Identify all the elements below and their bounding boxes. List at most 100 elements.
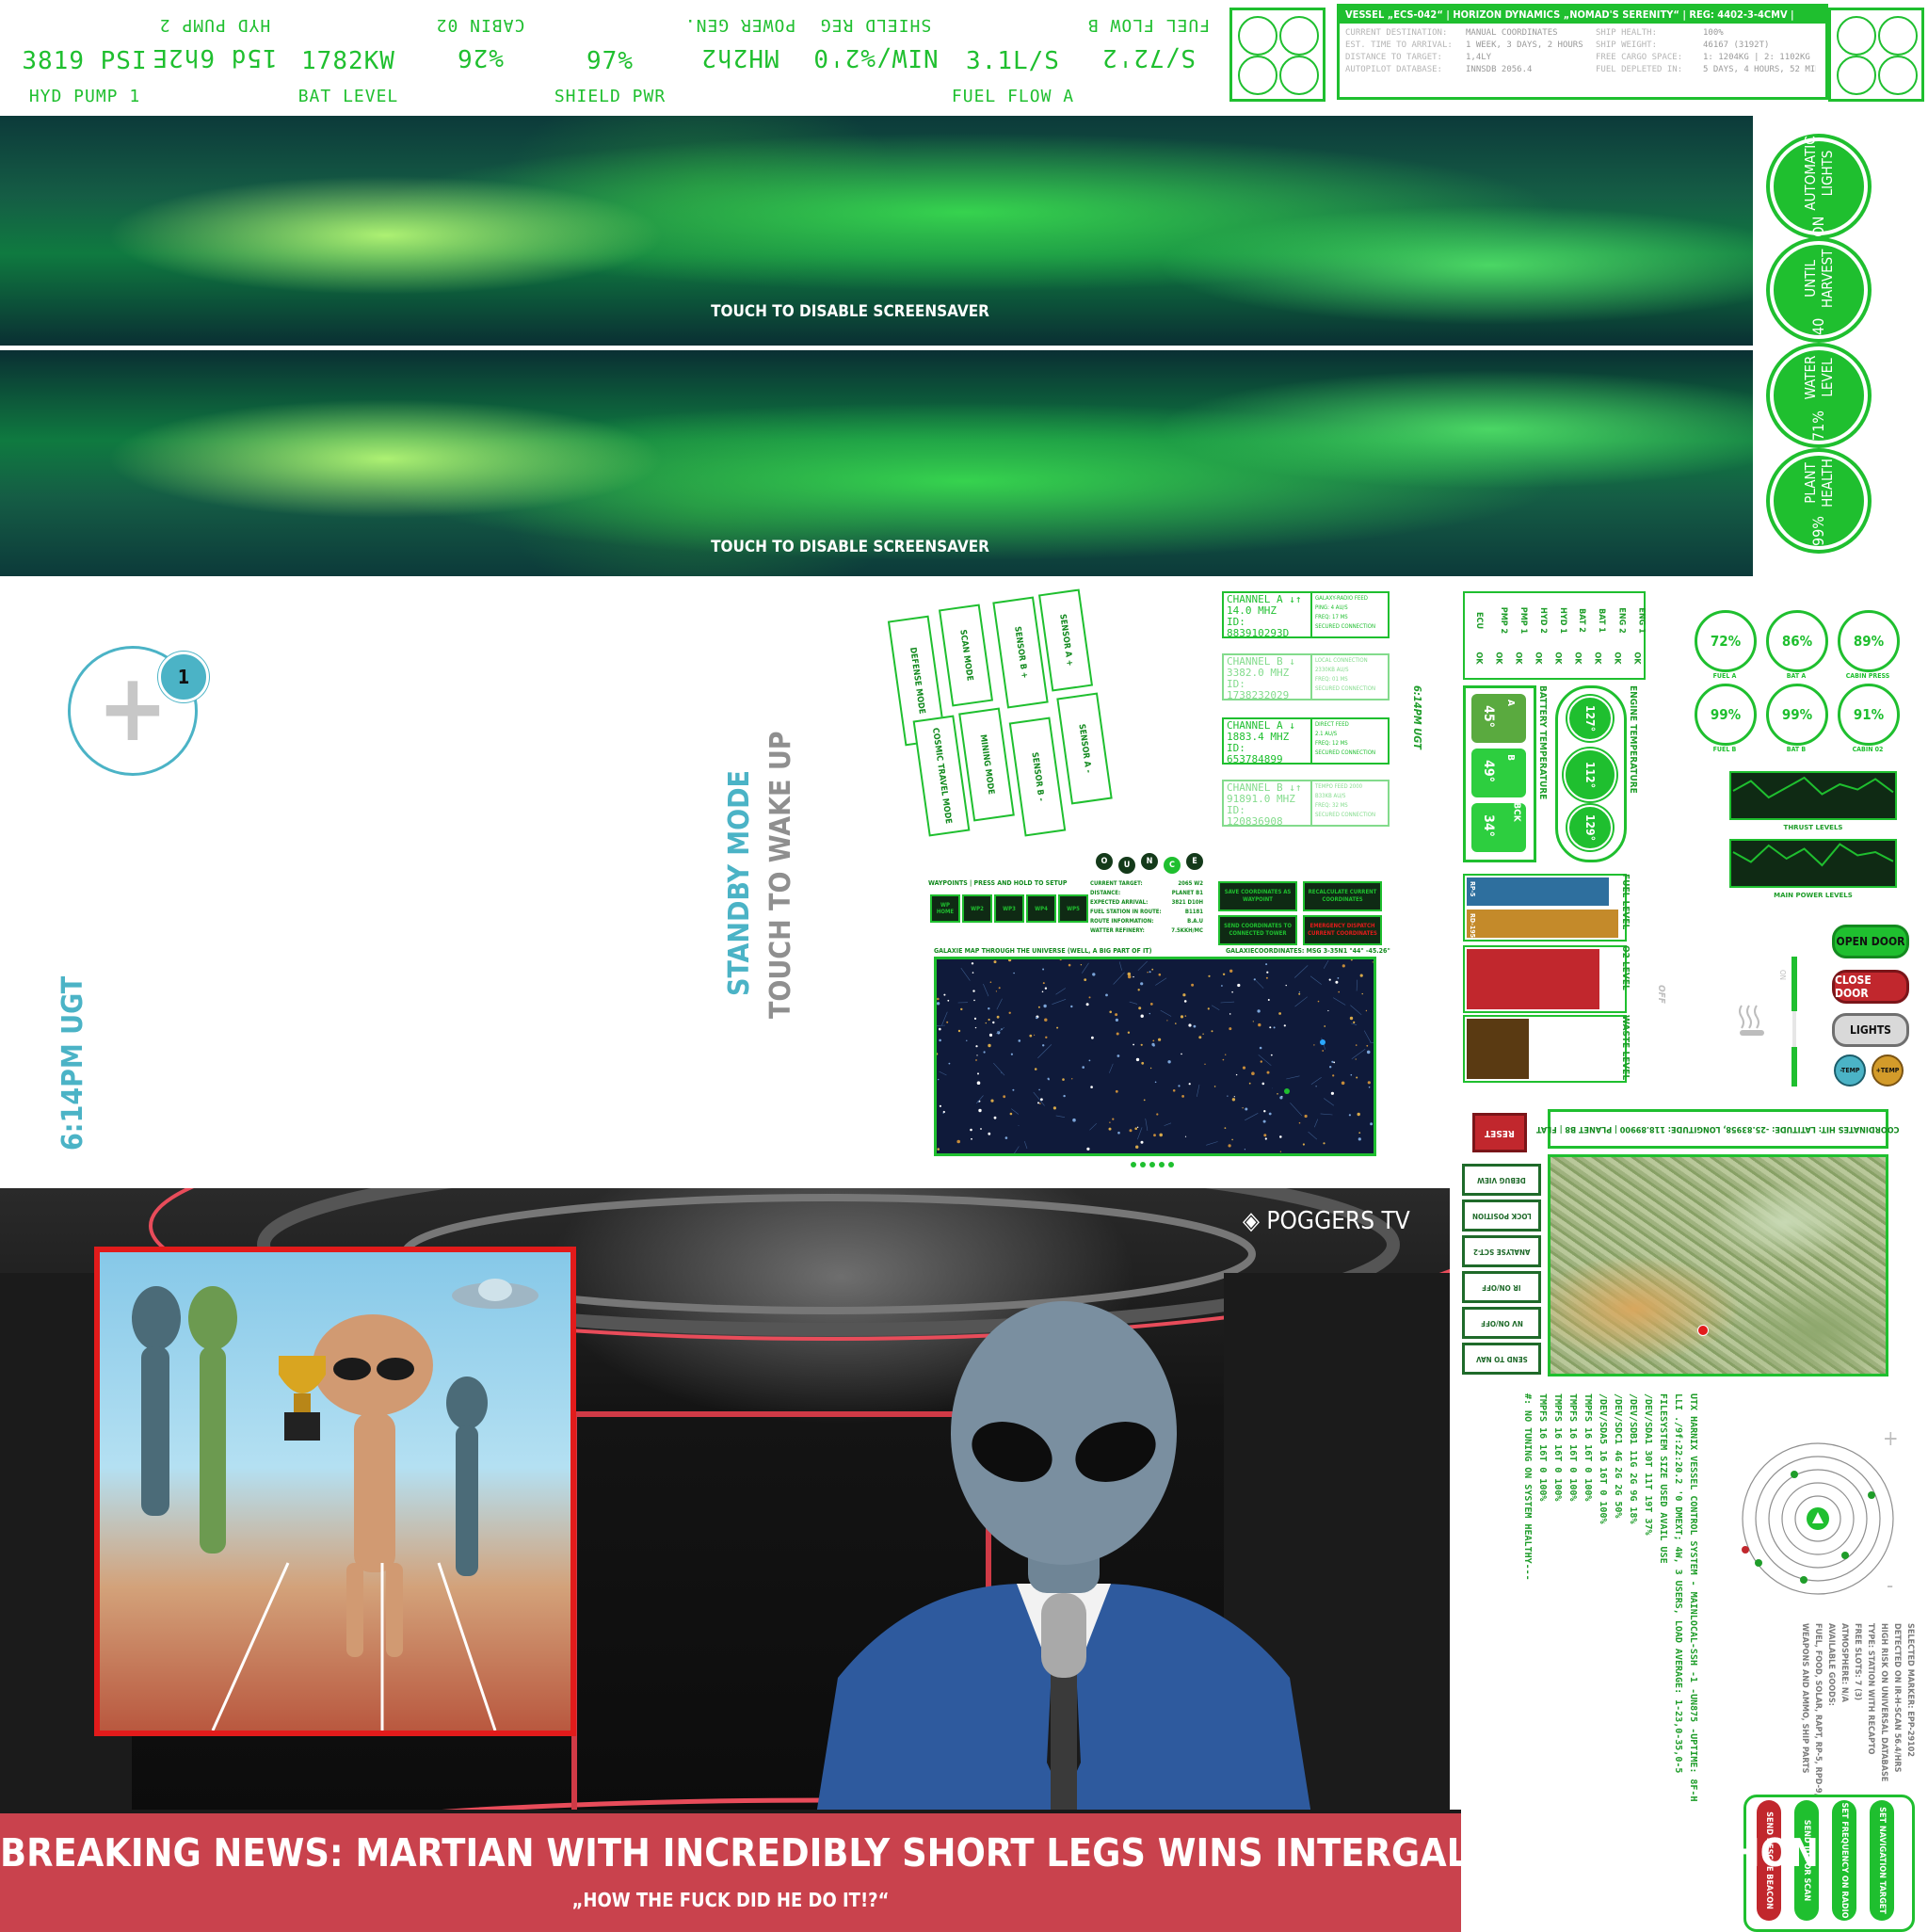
screensaver-top[interactable]: TOUCH TO DISABLE SCREENSAVER bbox=[0, 116, 1753, 346]
side-button[interactable]: ANALYSE SCT-2 bbox=[1462, 1235, 1541, 1267]
galaxy-target-marker[interactable] bbox=[1284, 1088, 1290, 1094]
galaxy-star bbox=[1305, 1115, 1308, 1118]
small-gauge: 86% bbox=[1766, 610, 1828, 672]
galaxy-star bbox=[1299, 1122, 1301, 1124]
nav-action-button[interactable]: RECALCULATE CURRENT COORDINATES bbox=[1303, 881, 1382, 911]
mode-button[interactable]: MINING MODE bbox=[958, 708, 1015, 822]
side-button[interactable]: LOCK POSITION bbox=[1462, 1199, 1541, 1232]
nav-letter-button[interactable]: U bbox=[1118, 857, 1135, 874]
galaxy-star bbox=[1159, 1134, 1163, 1137]
radar-blip[interactable] bbox=[1800, 1576, 1808, 1584]
side-button[interactable]: NV ON/OFF bbox=[1462, 1307, 1541, 1339]
terrain-map[interactable] bbox=[1548, 1154, 1888, 1377]
readout-label: CABIN 02 bbox=[414, 15, 546, 35]
news-inset-image bbox=[94, 1247, 576, 1736]
radar[interactable] bbox=[1738, 1439, 1898, 1599]
nav-letter-button[interactable]: C bbox=[1164, 857, 1181, 874]
side-button[interactable]: DEBUG VIEW bbox=[1462, 1164, 1541, 1196]
galaxy-star bbox=[1178, 1085, 1180, 1087]
nav-letter-button[interactable]: E bbox=[1186, 853, 1203, 870]
galaxy-star bbox=[1278, 1012, 1281, 1015]
galaxy-star bbox=[1232, 1098, 1235, 1101]
side-button[interactable]: IR ON/OFF bbox=[1462, 1271, 1541, 1303]
mode-button[interactable]: SENSOR A + bbox=[1038, 588, 1093, 691]
standby-subtitle[interactable]: TOUCH TO WAKE UP bbox=[764, 731, 797, 1019]
line-chart-label: THRUST LEVELS bbox=[1784, 824, 1843, 831]
nav-action-button[interactable]: SEND COORDINATES TO CONNECTED TOWER bbox=[1218, 915, 1297, 945]
waypoint-button[interactable]: WP4 bbox=[1026, 894, 1056, 923]
lights-button[interactable]: LIGHTS bbox=[1832, 1013, 1909, 1047]
vessel-cell: EST. TIME TO ARRIVAL: bbox=[1345, 40, 1466, 52]
channel-card[interactable]: CHANNEL B ↓3382.0 MHZID: 1738232029LOCAL… bbox=[1222, 653, 1382, 700]
channel-card[interactable]: CHANNEL A ↓↑14.0 MHZID: 883910293DGALAXY… bbox=[1222, 591, 1382, 638]
galaxy-link bbox=[1089, 1123, 1096, 1130]
mode-button[interactable]: SENSOR B - bbox=[1009, 717, 1067, 837]
waypoint-button[interactable]: WP HOME bbox=[930, 894, 960, 923]
marker-info-line: DETECTED ON IR-H-SCAN 56.4/HRS bbox=[1892, 1623, 1902, 1772]
bottom-action-button[interactable]: SET FREQUENCY ON RADIO bbox=[1832, 1800, 1856, 1921]
channel-name: POGGERS TV bbox=[1266, 1207, 1409, 1235]
radar-minus-icon[interactable]: - bbox=[1887, 1574, 1893, 1598]
temp-down-button[interactable]: -TEMP bbox=[1834, 1055, 1866, 1087]
galaxy-star bbox=[1356, 1077, 1358, 1079]
bottom-action-button[interactable]: SET NAVIGATION TARGET bbox=[1870, 1800, 1894, 1921]
sys-value: OK bbox=[1534, 652, 1543, 664]
map-page-dots[interactable] bbox=[1130, 1154, 1177, 1162]
temp-up-button[interactable]: +TEMP bbox=[1872, 1055, 1904, 1087]
waypoint-button[interactable]: WP2 bbox=[962, 894, 992, 923]
waypoint-button[interactable]: WP3 bbox=[994, 894, 1024, 923]
galaxy-star bbox=[1214, 1086, 1216, 1087]
radar-blip[interactable] bbox=[1868, 1491, 1875, 1499]
radar-blip[interactable] bbox=[1841, 1552, 1849, 1559]
reset-button[interactable]: RESET bbox=[1472, 1113, 1527, 1152]
slider-fill bbox=[1791, 957, 1797, 1011]
open-door-button[interactable]: OPEN DOOR bbox=[1832, 925, 1909, 958]
mode-button-label: SENSOR A + bbox=[1057, 614, 1074, 668]
close-door-button[interactable]: CLOSE DOOR bbox=[1832, 970, 1909, 1004]
radar-blip[interactable] bbox=[1791, 1471, 1798, 1478]
galaxy-star bbox=[988, 1019, 990, 1021]
galaxy-star bbox=[1366, 1010, 1367, 1011]
radar-plus-icon[interactable]: + bbox=[1883, 1427, 1899, 1451]
engine-temp-panel: 127°112°129° bbox=[1555, 685, 1627, 862]
galaxy-star bbox=[1335, 981, 1338, 984]
galaxy-star bbox=[988, 1007, 989, 1009]
nav-action-button[interactable]: SAVE COORDINATES AS WAYPOINT bbox=[1218, 881, 1297, 911]
galaxy-star bbox=[1262, 1083, 1265, 1086]
galaxy-star bbox=[1068, 964, 1071, 967]
nav-letter-button[interactable]: O bbox=[1096, 853, 1113, 870]
galaxy-star bbox=[1191, 984, 1194, 987]
waypoint-button[interactable]: WP5 bbox=[1058, 894, 1088, 923]
galaxy-star bbox=[1324, 1025, 1326, 1027]
galaxy-star bbox=[1181, 1015, 1183, 1018]
slider-track[interactable] bbox=[1792, 957, 1796, 1087]
terminal-line: /DEV/SDA5 16 16T 0 100% bbox=[1598, 1393, 1608, 1523]
status-circle-label: PLANT HEALTH bbox=[1802, 456, 1836, 510]
side-button[interactable]: SEND TO NAV bbox=[1462, 1343, 1541, 1375]
status-circle[interactable]: 40UNTIL HARVEST bbox=[1770, 241, 1868, 339]
galaxy-star bbox=[1035, 1068, 1037, 1071]
mode-button[interactable]: SCAN MODE bbox=[939, 604, 993, 706]
channel-info-line: SECURED CONNECTION bbox=[1315, 684, 1385, 694]
channel-card[interactable]: CHANNEL B ↓↑91891.0 MHZID: 120836908TEMP… bbox=[1222, 780, 1382, 827]
channel-card[interactable]: CHANNEL A ↓1883.4 MHZID: 653784899DIRECT… bbox=[1222, 717, 1382, 765]
galaxy-link bbox=[1310, 976, 1322, 985]
nav-action-button[interactable]: EMERGENCY DISPATCH CURRENT COORDINATES bbox=[1303, 915, 1382, 945]
terminal-line: /DEV/SDA1 30T 11T 19T 37% bbox=[1643, 1393, 1653, 1536]
galaxy-star bbox=[1152, 1040, 1154, 1042]
status-circle[interactable]: 99%PLANT HEALTH bbox=[1770, 452, 1868, 550]
mode-button[interactable]: SENSOR A - bbox=[1056, 692, 1112, 804]
galaxy-ship-marker[interactable] bbox=[1320, 1039, 1326, 1045]
on-label: ON bbox=[1778, 970, 1787, 980]
galaxy-map[interactable] bbox=[934, 957, 1376, 1156]
status-circle[interactable]: 71%WATER LEVEL bbox=[1770, 346, 1868, 444]
status-circle[interactable]: ONAUTOMATIC LIGHTS bbox=[1770, 137, 1868, 235]
vessel-icon-grid-left bbox=[1229, 8, 1326, 102]
terrain-marker[interactable] bbox=[1697, 1325, 1709, 1336]
news-quote: „HOW THE FUCK DID HE DO IT!?“ bbox=[0, 1889, 1461, 1911]
nav-letter-button[interactable]: N bbox=[1141, 853, 1158, 870]
notification-badge[interactable]: 1 bbox=[158, 652, 209, 702]
galaxy-star bbox=[1332, 1074, 1334, 1076]
radar-threat-blip[interactable] bbox=[1742, 1546, 1749, 1554]
radar-blip[interactable] bbox=[1755, 1559, 1762, 1567]
